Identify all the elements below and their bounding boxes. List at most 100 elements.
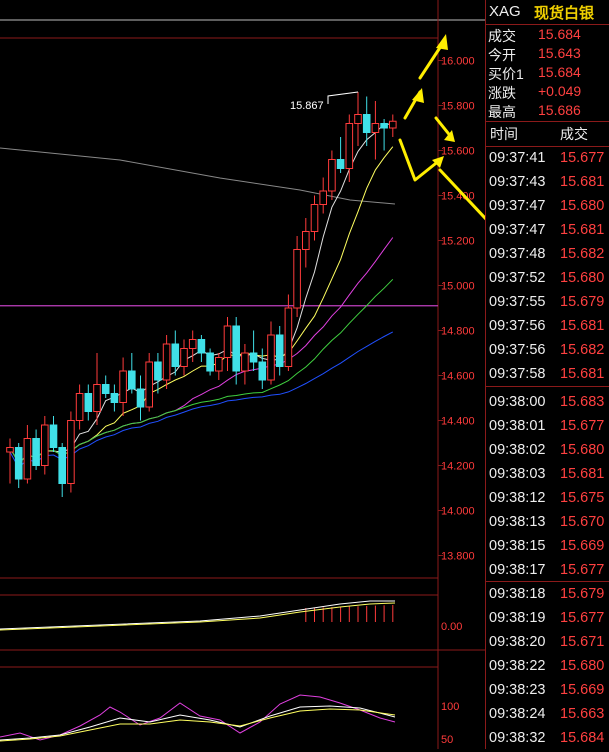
candle-body [380, 123, 388, 129]
tick-price: 15.681 [560, 366, 605, 382]
ticks-header: 时间 成交 [486, 124, 609, 144]
tick-time: 09:38:18 [489, 586, 546, 602]
candle-body [75, 393, 84, 421]
candle-body [58, 447, 67, 484]
candle-body [223, 325, 232, 358]
quote-value: 15.684 [538, 26, 581, 42]
candle-body [319, 190, 327, 205]
tick-price: 15.675 [560, 490, 605, 506]
candle-body [171, 343, 180, 367]
price-tick-label: 15.600 [441, 146, 475, 158]
tick-time: 09:38:00 [489, 394, 546, 410]
tick-time: 09:37:56 [489, 318, 546, 334]
price-tick-label: 15.000 [441, 281, 475, 293]
symbol-code[interactable]: XAG [489, 3, 521, 20]
tick-price: 15.682 [560, 342, 605, 358]
candle-body [345, 123, 354, 169]
tick-row[interactable]: 09:38:20 15.671 [486, 634, 609, 656]
candle-body [101, 384, 110, 394]
candle-body [67, 420, 75, 484]
tick-row[interactable]: 09:37:43 15.681 [486, 174, 609, 196]
tick-row[interactable]: 09:38:18 15.679 [486, 586, 609, 608]
tick-row[interactable]: 09:37:55 15.679 [486, 294, 609, 316]
quote-row: 最高 15.686 [486, 102, 609, 121]
price-tick-label: 14.200 [441, 461, 475, 473]
tick-time: 09:37:58 [489, 366, 546, 382]
candle-body [154, 361, 162, 381]
candle-body [32, 438, 40, 466]
tick-row[interactable]: 09:38:13 15.670 [486, 514, 609, 536]
tick-row[interactable]: 09:37:41 15.677 [486, 150, 609, 172]
symbol-name[interactable]: 现货白银 [534, 2, 594, 23]
price-tick-label: 15.200 [441, 236, 475, 248]
tick-time: 09:38:22 [489, 658, 546, 674]
tick-price: 15.677 [560, 150, 605, 166]
candle-body [119, 370, 127, 403]
tick-price: 15.680 [560, 270, 605, 286]
quote-panel: XAG 现货白银 成交 15.684 今开 15.643 买价1 15.684 涨跌 +0.0… [485, 0, 609, 749]
tick-row[interactable]: 09:37:52 15.680 [486, 270, 609, 292]
tick-price: 15.681 [560, 222, 605, 238]
candle-body [162, 343, 171, 381]
tick-row[interactable]: 09:38:02 15.680 [486, 442, 609, 464]
quote-value: 15.684 [538, 64, 581, 80]
tick-price: 15.681 [560, 466, 605, 482]
candle-body [336, 159, 345, 169]
tick-time: 09:38:01 [489, 418, 546, 434]
tick-row[interactable]: 09:38:19 15.677 [486, 610, 609, 632]
tick-row[interactable]: 09:38:24 15.663 [486, 706, 609, 728]
candle-body [371, 123, 380, 133]
quote-header: XAG 现货白银 [486, 0, 609, 24]
candle-body [389, 120, 397, 129]
tick-row[interactable]: 09:38:22 15.680 [486, 658, 609, 680]
price-tick-label: 16.000 [441, 56, 475, 68]
tick-price: 15.680 [560, 658, 605, 674]
price-tick-label: 14.600 [441, 371, 475, 383]
tick-price: 15.681 [560, 174, 605, 190]
macd-dea-line [0, 602, 396, 631]
quote-label: 今开 [488, 47, 516, 63]
candle-body [354, 114, 362, 124]
tick-row[interactable]: 09:38:03 15.681 [486, 466, 609, 488]
candle-body [275, 334, 284, 367]
candle-body [84, 393, 93, 412]
tick-row[interactable]: 09:37:58 15.681 [486, 366, 609, 388]
tick-row[interactable]: 09:38:23 15.669 [486, 682, 609, 704]
tick-time: 09:38:03 [489, 466, 546, 482]
tick-row[interactable]: 09:38:15 15.669 [486, 538, 609, 560]
quote-label: 成交 [488, 28, 516, 44]
tick-time: 09:37:47 [489, 222, 546, 238]
quote-label: 涨跌 [488, 85, 516, 101]
tick-row[interactable]: 09:37:56 15.681 [486, 318, 609, 340]
tick-time: 09:38:15 [489, 538, 546, 554]
price-tick-label: 14.000 [441, 506, 475, 518]
divider [486, 146, 609, 147]
tick-row[interactable]: 09:37:47 15.680 [486, 198, 609, 220]
kdj-tick-label: 100 [441, 701, 459, 713]
tick-time: 09:38:19 [489, 610, 546, 626]
price-tick-label: 14.800 [441, 326, 475, 338]
tick-price: 15.663 [560, 706, 605, 722]
tick-row[interactable]: 09:37:48 15.682 [486, 246, 609, 268]
tick-time: 09:37:55 [489, 294, 546, 310]
candle-body [267, 334, 275, 381]
tick-row[interactable]: 09:37:56 15.682 [486, 342, 609, 364]
divider [486, 24, 609, 25]
divider [486, 581, 609, 582]
tick-price: 15.679 [560, 294, 605, 310]
candle-body [41, 424, 49, 466]
quote-value: +0.049 [538, 83, 582, 99]
tick-row[interactable]: 09:37:47 15.681 [486, 222, 609, 244]
kline-chart[interactable]: 16.00015.80015.60015.40015.20015.00014.8… [0, 0, 485, 749]
tick-row[interactable]: 09:38:01 15.677 [486, 418, 609, 440]
tick-time: 09:38:13 [489, 514, 546, 530]
candle-body [23, 438, 32, 480]
tick-row[interactable]: 09:38:00 15.683 [486, 394, 609, 416]
candle-body [310, 204, 319, 232]
candle-body [215, 357, 223, 372]
candle-body [258, 361, 267, 381]
candle-body [232, 325, 240, 372]
tick-row[interactable]: 09:38:12 15.675 [486, 490, 609, 512]
candle-body [49, 424, 58, 448]
candle-body [197, 339, 206, 354]
